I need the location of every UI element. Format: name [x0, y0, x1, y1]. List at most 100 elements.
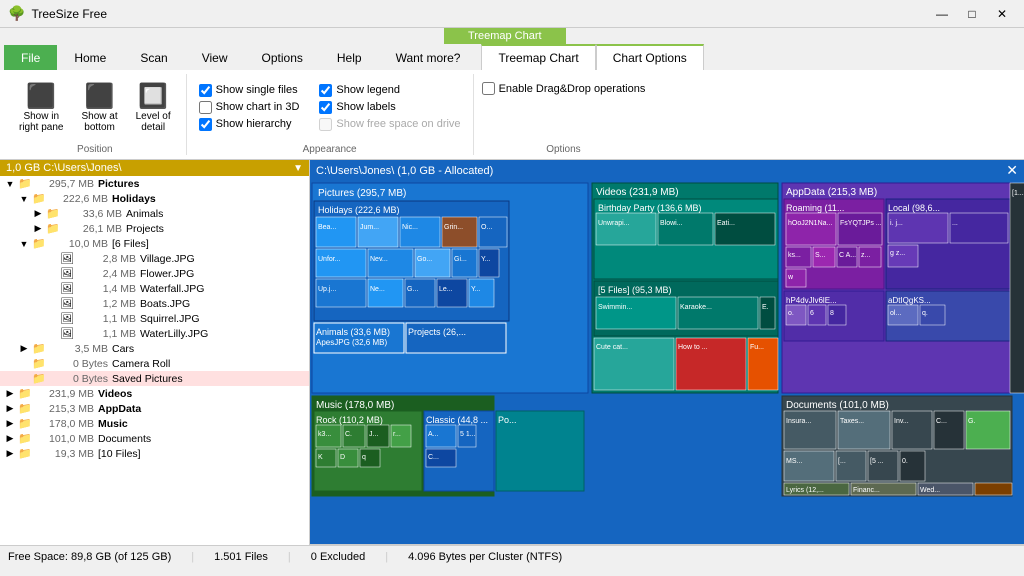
tm-karaoke[interactable]	[678, 297, 758, 329]
tm-blowi[interactable]	[658, 213, 713, 245]
tree-item-waterfall[interactable]: 🖼 1,4 MB Waterfall.JPG	[0, 281, 309, 296]
tree-item-village[interactable]: 🖼 2,8 MB Village.JPG	[0, 251, 309, 266]
tm-unfor[interactable]	[316, 249, 366, 277]
tm-local1[interactable]	[888, 213, 948, 243]
show-right-pane-button[interactable]: ⬛ Show inright pane	[12, 77, 70, 138]
expand-projects-arrow[interactable]: ▶	[32, 223, 44, 234]
svg-text:Wed...: Wed...	[920, 487, 940, 494]
tab-want-more[interactable]: Want more?	[379, 45, 478, 70]
tab-scan[interactable]: Scan	[123, 45, 184, 70]
expand-videos-arrow[interactable]: ▶	[4, 388, 16, 399]
tab-chart-options[interactable]: Chart Options	[596, 44, 704, 70]
tab-view[interactable]: View	[185, 45, 245, 70]
tab-options[interactable]: Options	[245, 45, 320, 70]
expand-10files-arrow[interactable]: ▶	[4, 448, 16, 459]
show-bottom-button[interactable]: ⬛ Show atbottom	[74, 77, 124, 138]
tree-item-waterlilly[interactable]: 🖼 1,1 MB WaterLilly.JPG	[0, 326, 309, 341]
tm-eati[interactable]	[715, 213, 775, 245]
close-button[interactable]: ✕	[988, 3, 1016, 25]
tree-item-6files[interactable]: ▼ 📁 10,0 MB [6 Files]	[0, 236, 309, 251]
tree-item-animals[interactable]: ▶ 📁 33,6 MB Animals	[0, 206, 309, 221]
level-of-detail-button[interactable]: 🔲 Level ofdetail	[129, 77, 178, 138]
tree-item-squirrel[interactable]: 🖼 1,1 MB Squirrel.JPG	[0, 311, 309, 326]
show-labels-checkbox[interactable]	[319, 101, 332, 114]
show-single-files-checkbox[interactable]	[199, 84, 212, 97]
tm-taxes[interactable]	[838, 411, 890, 449]
tree-item-documents[interactable]: ▶ 📁 101,0 MB Documents	[0, 431, 309, 446]
show-hierarchy-checkbox[interactable]	[199, 118, 212, 131]
tab-file[interactable]: File	[4, 45, 57, 70]
show-hierarchy-item[interactable]: Show hierarchy	[199, 118, 300, 131]
tm-o[interactable]	[479, 217, 507, 247]
tab-treemap-chart[interactable]: Treemap Chart	[481, 44, 595, 70]
tab-help[interactable]: Help	[320, 45, 379, 70]
tm-upj[interactable]	[316, 279, 366, 307]
tm-go[interactable]	[415, 249, 450, 277]
show-hierarchy-label: Show hierarchy	[216, 118, 292, 130]
tm-gi[interactable]	[452, 249, 477, 277]
show-chart-3d-checkbox[interactable]	[199, 101, 212, 114]
tm-le[interactable]	[437, 279, 467, 307]
tm-e[interactable]	[760, 297, 775, 329]
tm-c[interactable]	[934, 411, 964, 449]
tm-grin[interactable]	[442, 217, 477, 247]
show-labels-item[interactable]: Show labels	[319, 101, 460, 114]
tm-1files[interactable]	[1010, 183, 1024, 393]
tree-item-projects[interactable]: ▶ 📁 26,1 MB Projects	[0, 221, 309, 236]
tree-item-holidays[interactable]: ▼ 📁 222,6 MB Holidays	[0, 191, 309, 206]
tm-bea[interactable]	[316, 217, 356, 247]
tm-g2[interactable]	[405, 279, 435, 307]
expand-music-arrow[interactable]: ▶	[4, 418, 16, 429]
tm-fsyqt[interactable]	[838, 213, 882, 245]
treemap-body[interactable]: Pictures (295,7 MB) Holidays (222,6 MB) …	[310, 181, 1024, 544]
tm-hoojn[interactable]	[786, 213, 836, 245]
expand-appdata-arrow[interactable]: ▶	[4, 403, 16, 414]
tree-item-appdata[interactable]: ▶ 📁 215,3 MB AppData	[0, 401, 309, 416]
expand-holidays-arrow[interactable]: ▼	[18, 194, 30, 204]
expand-6files-arrow[interactable]: ▼	[18, 239, 30, 249]
tree-item-videos[interactable]: ▶ 📁 231,9 MB Videos	[0, 386, 309, 401]
tree-item-music[interactable]: ▶ 📁 178,0 MB Music	[0, 416, 309, 431]
tm-unwrap[interactable]	[596, 213, 656, 245]
tm-ne[interactable]	[368, 279, 403, 307]
show-single-files-item[interactable]: Show single files	[199, 84, 300, 97]
tm-ms[interactable]	[784, 451, 834, 481]
tm-g[interactable]	[966, 411, 1010, 449]
minimize-button[interactable]: —	[928, 3, 956, 25]
tree-item-pictures[interactable]: ▼ 📁 295,7 MB Pictures	[0, 176, 309, 191]
enable-dragdrop-checkbox[interactable]	[482, 82, 495, 95]
show-free-space-item[interactable]: Show free space on drive	[319, 118, 460, 131]
tree-item-cars[interactable]: ▶ 📁 3,5 MB Cars	[0, 341, 309, 356]
show-chart-3d-item[interactable]: Show chart in 3D	[199, 101, 300, 114]
expand-pictures-arrow[interactable]: ▼	[4, 179, 16, 189]
tm-nev[interactable]	[368, 249, 413, 277]
tm-y2[interactable]	[469, 279, 494, 307]
tm-local2[interactable]	[950, 213, 1008, 243]
tree-item-cameraroll[interactable]: 📁 0 Bytes Camera Roll	[0, 356, 309, 371]
show-free-space-checkbox[interactable]	[319, 118, 332, 131]
tm-jum[interactable]	[358, 217, 398, 247]
tm-inv[interactable]	[892, 411, 932, 449]
tm-nic[interactable]	[400, 217, 440, 247]
enable-dragdrop-item[interactable]: Enable Drag&Drop operations	[482, 82, 646, 95]
tm-swimmin[interactable]	[596, 297, 676, 329]
show-legend-checkbox[interactable]	[319, 84, 332, 97]
show-legend-item[interactable]: Show legend	[319, 84, 460, 97]
tree-item-savedpictures[interactable]: 📁 0 Bytes Saved Pictures	[0, 371, 309, 386]
svg-text:ol...: ol...	[890, 310, 901, 317]
tm-5[interactable]	[868, 451, 898, 481]
expand-documents-arrow[interactable]: ▶	[4, 433, 16, 444]
tm-doc-extra[interactable]	[975, 483, 1012, 495]
tree-item-boats[interactable]: 🖼 1,2 MB Boats.JPG	[0, 296, 309, 311]
tm-brack[interactable]	[836, 451, 866, 481]
treemap-close-button[interactable]: ✕	[1006, 162, 1018, 179]
tab-home[interactable]: Home	[57, 45, 123, 70]
tree-item-10files[interactable]: ▶ 📁 19,3 MB [10 Files]	[0, 446, 309, 461]
maximize-button[interactable]: □	[958, 3, 986, 25]
expand-animals-arrow[interactable]: ▶	[32, 208, 44, 219]
tree-item-flower[interactable]: 🖼 2,4 MB Flower.JPG	[0, 266, 309, 281]
tm-0[interactable]	[900, 451, 925, 481]
tm-y[interactable]	[479, 249, 499, 277]
expand-cars-arrow[interactable]: ▶	[18, 343, 30, 354]
tm-insura[interactable]	[784, 411, 836, 449]
